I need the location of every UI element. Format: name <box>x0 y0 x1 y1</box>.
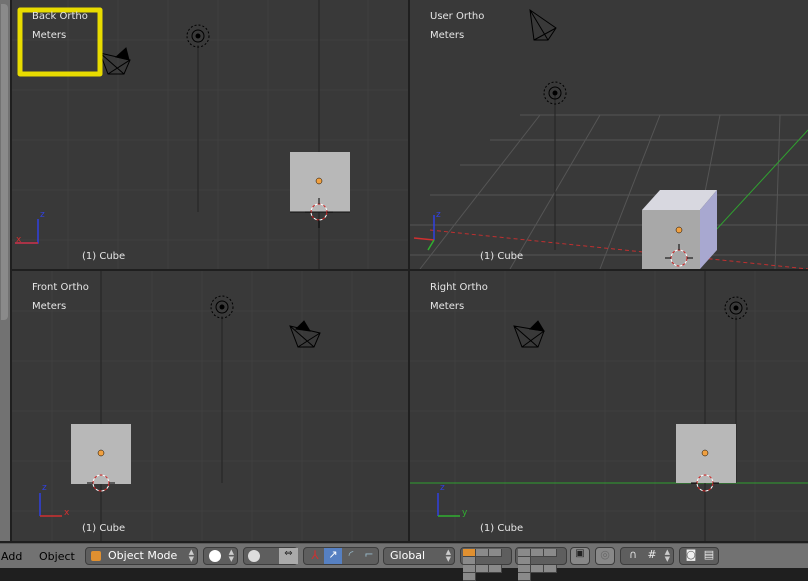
viewport-scene: zx <box>12 0 408 269</box>
rotate-icon[interactable]: ◜ <box>342 548 360 564</box>
lamp-icon <box>210 295 234 319</box>
viewport-front-ortho[interactable]: zx Front Ortho Meters (1) Cube <box>12 271 408 541</box>
orientation-dropdown[interactable]: Global ▲ ▼ <box>383 547 455 565</box>
active-object-label: (1) Cube <box>480 523 524 534</box>
cube-icon <box>91 551 101 561</box>
view-units: Meters <box>32 301 67 312</box>
viewport-back-ortho[interactable]: zx Back Ortho Meters (1) Cube <box>12 0 408 269</box>
menu-object[interactable]: Object <box>39 550 75 563</box>
view-units: Meters <box>32 30 67 41</box>
mode-label: Object Mode <box>108 549 178 562</box>
dropdown-arrows-icon: ▲ ▼ <box>445 548 451 563</box>
proportional-editing-icon[interactable]: ◎ <box>595 547 615 565</box>
svg-text:y: y <box>462 508 468 518</box>
solid-shading-icon <box>209 550 221 562</box>
view-name: Back Ortho <box>32 11 88 22</box>
render-group: ◙ ▤ <box>679 547 719 565</box>
lamp-icon <box>186 24 210 48</box>
dropdown-arrows-icon: ▲ ▼ <box>228 548 234 563</box>
snapping-group: ∩ # ▲ ▼ <box>620 547 674 565</box>
svg-text:z: z <box>436 210 441 220</box>
viewport-right-ortho[interactable]: zy Right Ortho Meters (1) Cube <box>410 271 808 541</box>
dropdown-arrows-icon: ▲ ▼ <box>664 548 670 563</box>
pivot-point-dropdown[interactable]: ⇔ <box>243 547 298 565</box>
tool-shelf-tab[interactable] <box>1 4 8 320</box>
manipulate-center-icon[interactable]: ⇔ <box>279 548 298 564</box>
3d-view-header: Add Object Object Mode ▲ ▼ ▲ ▼ ⇔ ⅄ ↗ ◜ ⌐ G… <box>0 543 808 581</box>
view-name: Front Ortho <box>32 282 89 293</box>
active-object-label: (1) Cube <box>82 251 126 262</box>
orientation-label: Global <box>390 549 426 562</box>
viewport-user-ortho[interactable]: z User Ortho Meters (1) Cube <box>410 0 808 269</box>
camera-icon <box>529 8 557 41</box>
svg-text:x: x <box>16 235 22 245</box>
lock-layers-icon[interactable]: ▣ <box>570 547 590 565</box>
viewport-scene: zx <box>12 271 408 541</box>
translate-icon[interactable]: ↗ <box>324 548 342 564</box>
tool-shelf-edge[interactable] <box>0 0 10 541</box>
svg-text:z: z <box>40 210 45 220</box>
camera-icon <box>99 47 131 75</box>
viewport-scene: zy <box>410 271 808 541</box>
view-name: Right Ortho <box>430 282 488 293</box>
svg-text:x: x <box>64 508 70 518</box>
view-units: Meters <box>430 30 465 41</box>
view-name: User Ortho <box>430 11 485 22</box>
origin-dot <box>315 177 323 185</box>
viewport-scene: z <box>410 8 808 269</box>
svg-text:z: z <box>440 483 445 493</box>
viewport-shading-dropdown[interactable]: ▲ ▼ <box>203 547 238 565</box>
pivot-icon <box>248 550 260 562</box>
manipulator-toggle-icon[interactable]: ⅄ <box>306 548 324 564</box>
dropdown-arrows-icon: ▲ ▼ <box>188 548 194 563</box>
view-units: Meters <box>430 301 465 312</box>
render-animation-icon[interactable]: ▤ <box>700 548 718 561</box>
mode-dropdown[interactable]: Object Mode ▲ ▼ <box>85 547 198 565</box>
layers-group-2[interactable] <box>515 547 567 581</box>
camera-icon <box>289 320 321 348</box>
active-object-label: (1) Cube <box>480 251 524 262</box>
lamp-icon <box>724 296 748 320</box>
layers-group-1[interactable] <box>460 547 512 581</box>
magnet-icon[interactable]: ∩ <box>624 548 642 561</box>
menu-add[interactable]: Add <box>1 550 22 563</box>
scale-icon[interactable]: ⌐ <box>360 548 378 564</box>
active-object-label: (1) Cube <box>82 523 126 534</box>
transform-manipulators: ⅄ ↗ ◜ ⌐ <box>303 547 379 565</box>
snap-element-icon[interactable]: # <box>643 548 661 561</box>
render-image-icon[interactable]: ◙ <box>682 548 700 561</box>
camera-icon <box>513 320 545 348</box>
svg-text:z: z <box>42 483 47 493</box>
